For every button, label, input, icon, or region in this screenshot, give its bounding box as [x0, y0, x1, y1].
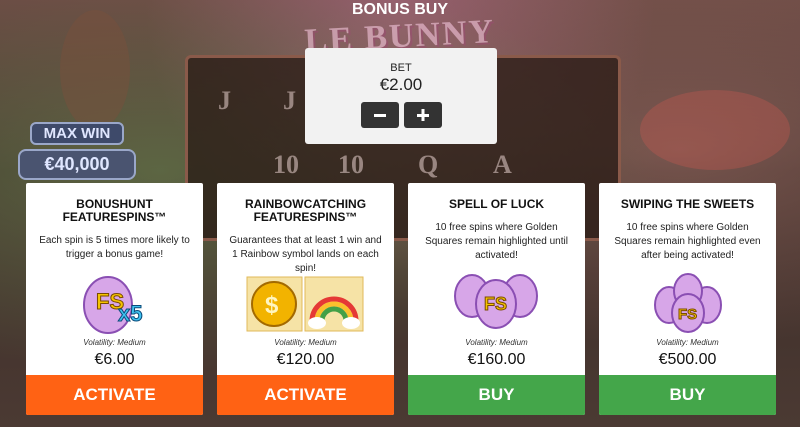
card-title: SWIPING THE SWEETS — [599, 198, 776, 211]
free-spins-eggs-icon: FS — [408, 268, 585, 338]
card-price: €160.00 — [467, 351, 526, 368]
bet-panel: BET €2.00 — [305, 48, 497, 144]
reel-symbol: 10 — [273, 150, 299, 179]
card-price: €6.00 — [94, 351, 135, 368]
bonus-card-rainbowcatching: RAINBOWCATCHING FEATURESPINS™ Guarantees… — [217, 183, 394, 415]
card-title: RAINBOWCATCHING FEATURESPINS™ — [217, 198, 394, 224]
bonus-card-spell-of-luck: SPELL OF LUCK 10 free spins where Golden… — [408, 183, 585, 415]
card-description: Guarantees that at least 1 win and 1 Rai… — [229, 235, 382, 274]
card-title-line: FEATURESPINS™ — [253, 210, 358, 224]
reel-symbol: Q — [418, 150, 439, 179]
reel-symbol: 10 — [338, 150, 364, 179]
card-title: SPELL OF LUCK — [408, 198, 585, 211]
card-title: BONUSHUNT FEATURESPINS™ — [26, 198, 203, 224]
volatility-label: Volatility: Medium — [465, 338, 528, 347]
reel-symbol: A — [493, 150, 512, 179]
bet-value: €2.00 — [379, 75, 423, 94]
buy-button[interactable]: BUY — [599, 375, 776, 415]
bet-label: BET — [390, 62, 412, 74]
multiplier-label: x5 — [118, 301, 142, 326]
minus-icon — [374, 114, 386, 117]
plus-icon — [417, 109, 429, 121]
featurespins-egg-icon: FS x5 — [26, 271, 203, 341]
card-price: €500.00 — [658, 351, 717, 368]
coin-and-rainbow-icon: $ — [217, 275, 394, 345]
coin-symbol: $ — [265, 292, 279, 319]
activate-button[interactable]: ACTIVATE — [26, 375, 203, 415]
card-price: €120.00 — [276, 351, 335, 368]
volatility-label: Volatility: Medium — [83, 338, 146, 347]
bonus-card-bonushunt: BONUSHUNT FEATURESPINS™ Each spin is 5 t… — [26, 183, 203, 415]
card-description: Each spin is 5 times more likely to trig… — [39, 235, 190, 260]
card-description: 10 free spins where Golden Squares remai… — [425, 222, 568, 261]
card-title-line: SWIPING THE SWEETS — [620, 197, 755, 211]
max-win-value: €40,000 — [18, 149, 136, 180]
bonus-card-swiping-the-sweets: SWIPING THE SWEETS 10 free spins where G… — [599, 183, 776, 415]
fs-label: FS — [484, 294, 507, 314]
buy-button[interactable]: BUY — [408, 375, 585, 415]
volatility-label: Volatility: Medium — [656, 338, 719, 347]
card-description: 10 free spins where Golden Squares remai… — [614, 222, 761, 261]
max-win-label: MAX WIN — [30, 122, 124, 145]
background-decoration — [60, 10, 130, 130]
free-spins-eggs-icon: FS — [599, 271, 776, 341]
max-win-display: MAX WIN €40,000 — [18, 122, 136, 180]
decrease-bet-button[interactable] — [361, 102, 399, 128]
card-title-line: FEATURESPINS™ — [62, 210, 167, 224]
reel-symbol: J — [218, 86, 231, 115]
card-title-line: SPELL OF LUCK — [448, 197, 545, 211]
reel-symbol: J — [283, 86, 296, 115]
volatility-label: Volatility: Medium — [274, 338, 337, 347]
activate-button[interactable]: ACTIVATE — [217, 375, 394, 415]
increase-bet-button[interactable] — [404, 102, 442, 128]
background-decoration — [640, 90, 790, 170]
page-title: BONUS BUY — [351, 1, 448, 18]
fs-label: FS — [678, 306, 697, 323]
